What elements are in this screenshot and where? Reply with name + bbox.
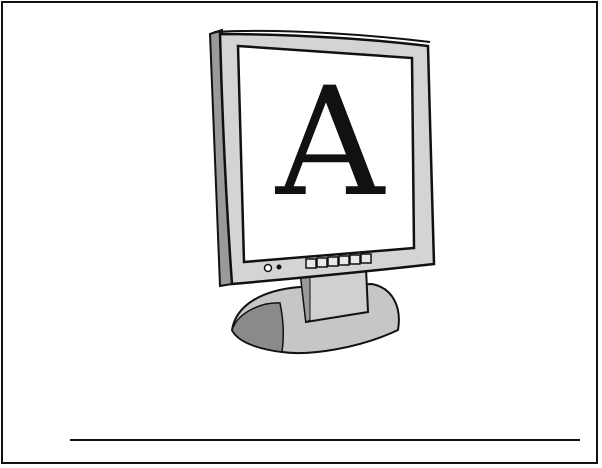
- power-button: [263, 263, 273, 273]
- monitor-illustration: A: [208, 28, 436, 355]
- control-key: [360, 253, 372, 264]
- control-key: [349, 254, 361, 265]
- screen-letter: A: [275, 56, 386, 230]
- control-key: [316, 257, 328, 268]
- control-key: [338, 255, 350, 266]
- worksheet-card: A: [0, 0, 602, 468]
- power-light: [276, 264, 282, 270]
- stand-base-shadow: [231, 302, 285, 353]
- answer-line: [70, 439, 580, 441]
- control-key: [305, 258, 317, 269]
- control-key: [327, 256, 339, 267]
